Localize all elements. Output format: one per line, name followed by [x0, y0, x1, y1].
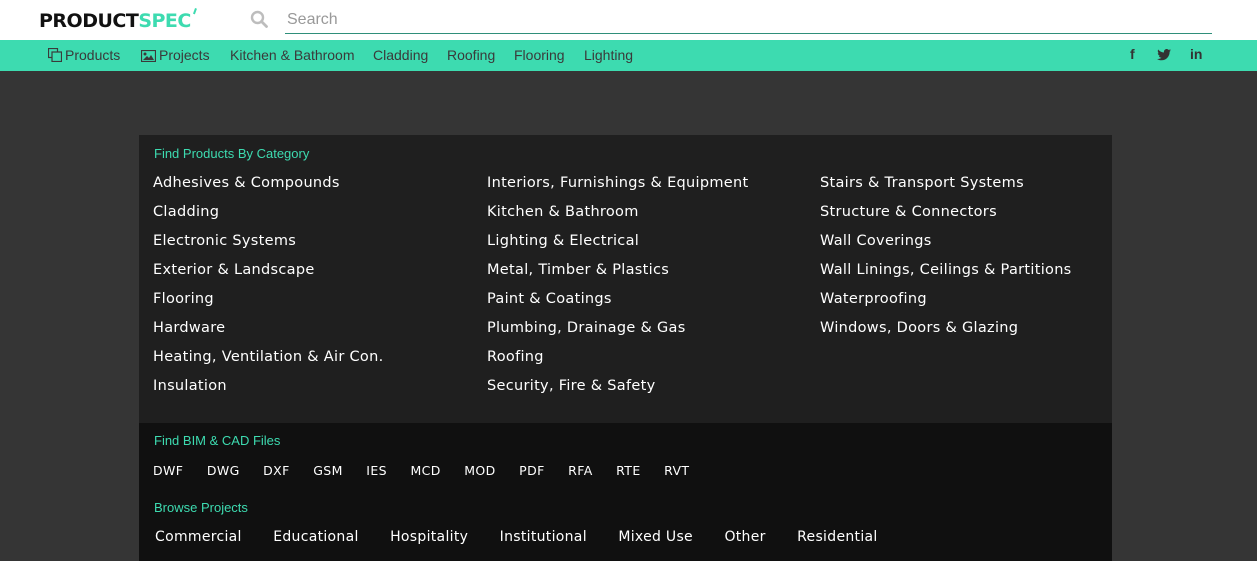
- nav-item-label: Projects: [159, 47, 210, 63]
- file-type-link[interactable]: DWG: [207, 463, 240, 478]
- category-link[interactable]: Waterproofing: [820, 291, 1072, 320]
- category-link[interactable]: Roofing: [487, 349, 749, 378]
- file-type-link[interactable]: IES: [366, 463, 387, 478]
- category-link[interactable]: Electronic Systems: [153, 233, 383, 262]
- project-type-list: Commercial Educational Hospitality Insti…: [155, 528, 905, 546]
- category-link[interactable]: Lighting & Electrical: [487, 233, 749, 262]
- file-type-link[interactable]: GSM: [313, 463, 343, 478]
- category-link[interactable]: Cladding: [153, 204, 383, 233]
- logo-tick-mark: [191, 7, 197, 15]
- twitter-icon[interactable]: [1157, 49, 1171, 61]
- category-link[interactable]: Stairs & Transport Systems: [820, 175, 1072, 204]
- logo-primary-text: PRODUCT: [39, 10, 139, 32]
- nav-item-label: Products: [65, 47, 121, 63]
- nav-item-products[interactable]: Products: [47, 47, 121, 63]
- category-link[interactable]: Windows, Doors & Glazing: [820, 320, 1072, 349]
- search-icon[interactable]: [250, 10, 268, 28]
- category-link[interactable]: Paint & Coatings: [487, 291, 749, 320]
- category-link[interactable]: Kitchen & Bathroom: [487, 204, 749, 233]
- nav-item-projects[interactable]: Projects: [140, 47, 210, 63]
- mega-menu-panel: Find Products By Category Adhesives & Co…: [139, 135, 1112, 561]
- nav-item-flooring[interactable]: Flooring: [514, 47, 565, 63]
- nav-item-cladding[interactable]: Cladding: [373, 47, 428, 63]
- nav-item-label: Flooring: [514, 47, 565, 63]
- search-field: [285, 6, 1212, 34]
- project-type-link[interactable]: Hospitality: [390, 529, 468, 545]
- file-type-link[interactable]: RFA: [568, 463, 592, 478]
- file-type-link[interactable]: RVT: [664, 463, 689, 478]
- nav-item-label: Kitchen & Bathroom: [230, 47, 355, 63]
- project-type-link[interactable]: Educational: [273, 529, 358, 545]
- category-section: Find Products By Category Adhesives & Co…: [139, 135, 1112, 423]
- category-column-3: Stairs & Transport Systems Structure & C…: [820, 175, 1072, 349]
- top-header: PRODUCTSPEC: [0, 0, 1257, 40]
- category-nav-bar: Products Projects Kitchen & Bathroom Cla…: [0, 40, 1257, 71]
- category-section-title: Find Products By Category: [154, 146, 310, 161]
- category-column-2: Interiors, Furnishings & Equipment Kitch…: [487, 175, 749, 407]
- category-link[interactable]: Wall Linings, Ceilings & Partitions: [820, 262, 1072, 291]
- files-section-title: Find BIM & CAD Files: [154, 433, 281, 448]
- project-type-link[interactable]: Institutional: [500, 529, 587, 545]
- category-link[interactable]: Exterior & Landscape: [153, 262, 383, 291]
- logo[interactable]: PRODUCTSPEC: [39, 7, 197, 32]
- category-link[interactable]: Hardware: [153, 320, 383, 349]
- project-type-link[interactable]: Residential: [797, 529, 877, 545]
- search-input[interactable]: [285, 6, 1212, 33]
- project-type-link[interactable]: Mixed Use: [618, 529, 693, 545]
- image-icon: [140, 49, 157, 63]
- project-type-link[interactable]: Other: [724, 529, 765, 545]
- category-link[interactable]: Metal, Timber & Plastics: [487, 262, 749, 291]
- nav-item-lighting[interactable]: Lighting: [584, 47, 633, 63]
- file-type-link[interactable]: MCD: [410, 463, 440, 478]
- category-link[interactable]: Security, Fire & Safety: [487, 378, 749, 407]
- copy-icon: [47, 47, 63, 63]
- linkedin-icon[interactable]: in: [1190, 46, 1202, 62]
- category-column-1: Adhesives & Compounds Cladding Electroni…: [153, 175, 383, 407]
- nav-item-label: Cladding: [373, 47, 429, 63]
- category-link[interactable]: Adhesives & Compounds: [153, 175, 383, 204]
- file-type-link[interactable]: PDF: [519, 463, 545, 478]
- project-type-link[interactable]: Commercial: [155, 529, 242, 545]
- file-type-link[interactable]: RTE: [616, 463, 641, 478]
- file-type-link[interactable]: DXF: [263, 463, 290, 478]
- nav-item-label: Lighting: [584, 47, 634, 63]
- projects-section-title: Browse Projects: [154, 500, 248, 515]
- category-link[interactable]: Wall Coverings: [820, 233, 1072, 262]
- nav-item-label: Roofing: [447, 47, 496, 63]
- category-link[interactable]: Flooring: [153, 291, 383, 320]
- category-link[interactable]: Interiors, Furnishings & Equipment: [487, 175, 749, 204]
- file-type-link[interactable]: DWF: [153, 463, 183, 478]
- logo-accent-text: SPEC: [138, 10, 191, 32]
- file-type-link[interactable]: MOD: [464, 463, 495, 478]
- category-link[interactable]: Insulation: [153, 378, 383, 407]
- category-link[interactable]: Structure & Connectors: [820, 204, 1072, 233]
- category-link[interactable]: Plumbing, Drainage & Gas: [487, 320, 749, 349]
- nav-item-kitchen-bathroom[interactable]: Kitchen & Bathroom: [230, 47, 355, 63]
- nav-item-roofing[interactable]: Roofing: [447, 47, 495, 63]
- facebook-icon[interactable]: f: [1130, 46, 1135, 62]
- category-link[interactable]: Heating, Ventilation & Air Con.: [153, 349, 383, 378]
- file-type-list: DWF DWG DXF GSM IES MCD MOD PDF RFA RTE …: [153, 462, 708, 480]
